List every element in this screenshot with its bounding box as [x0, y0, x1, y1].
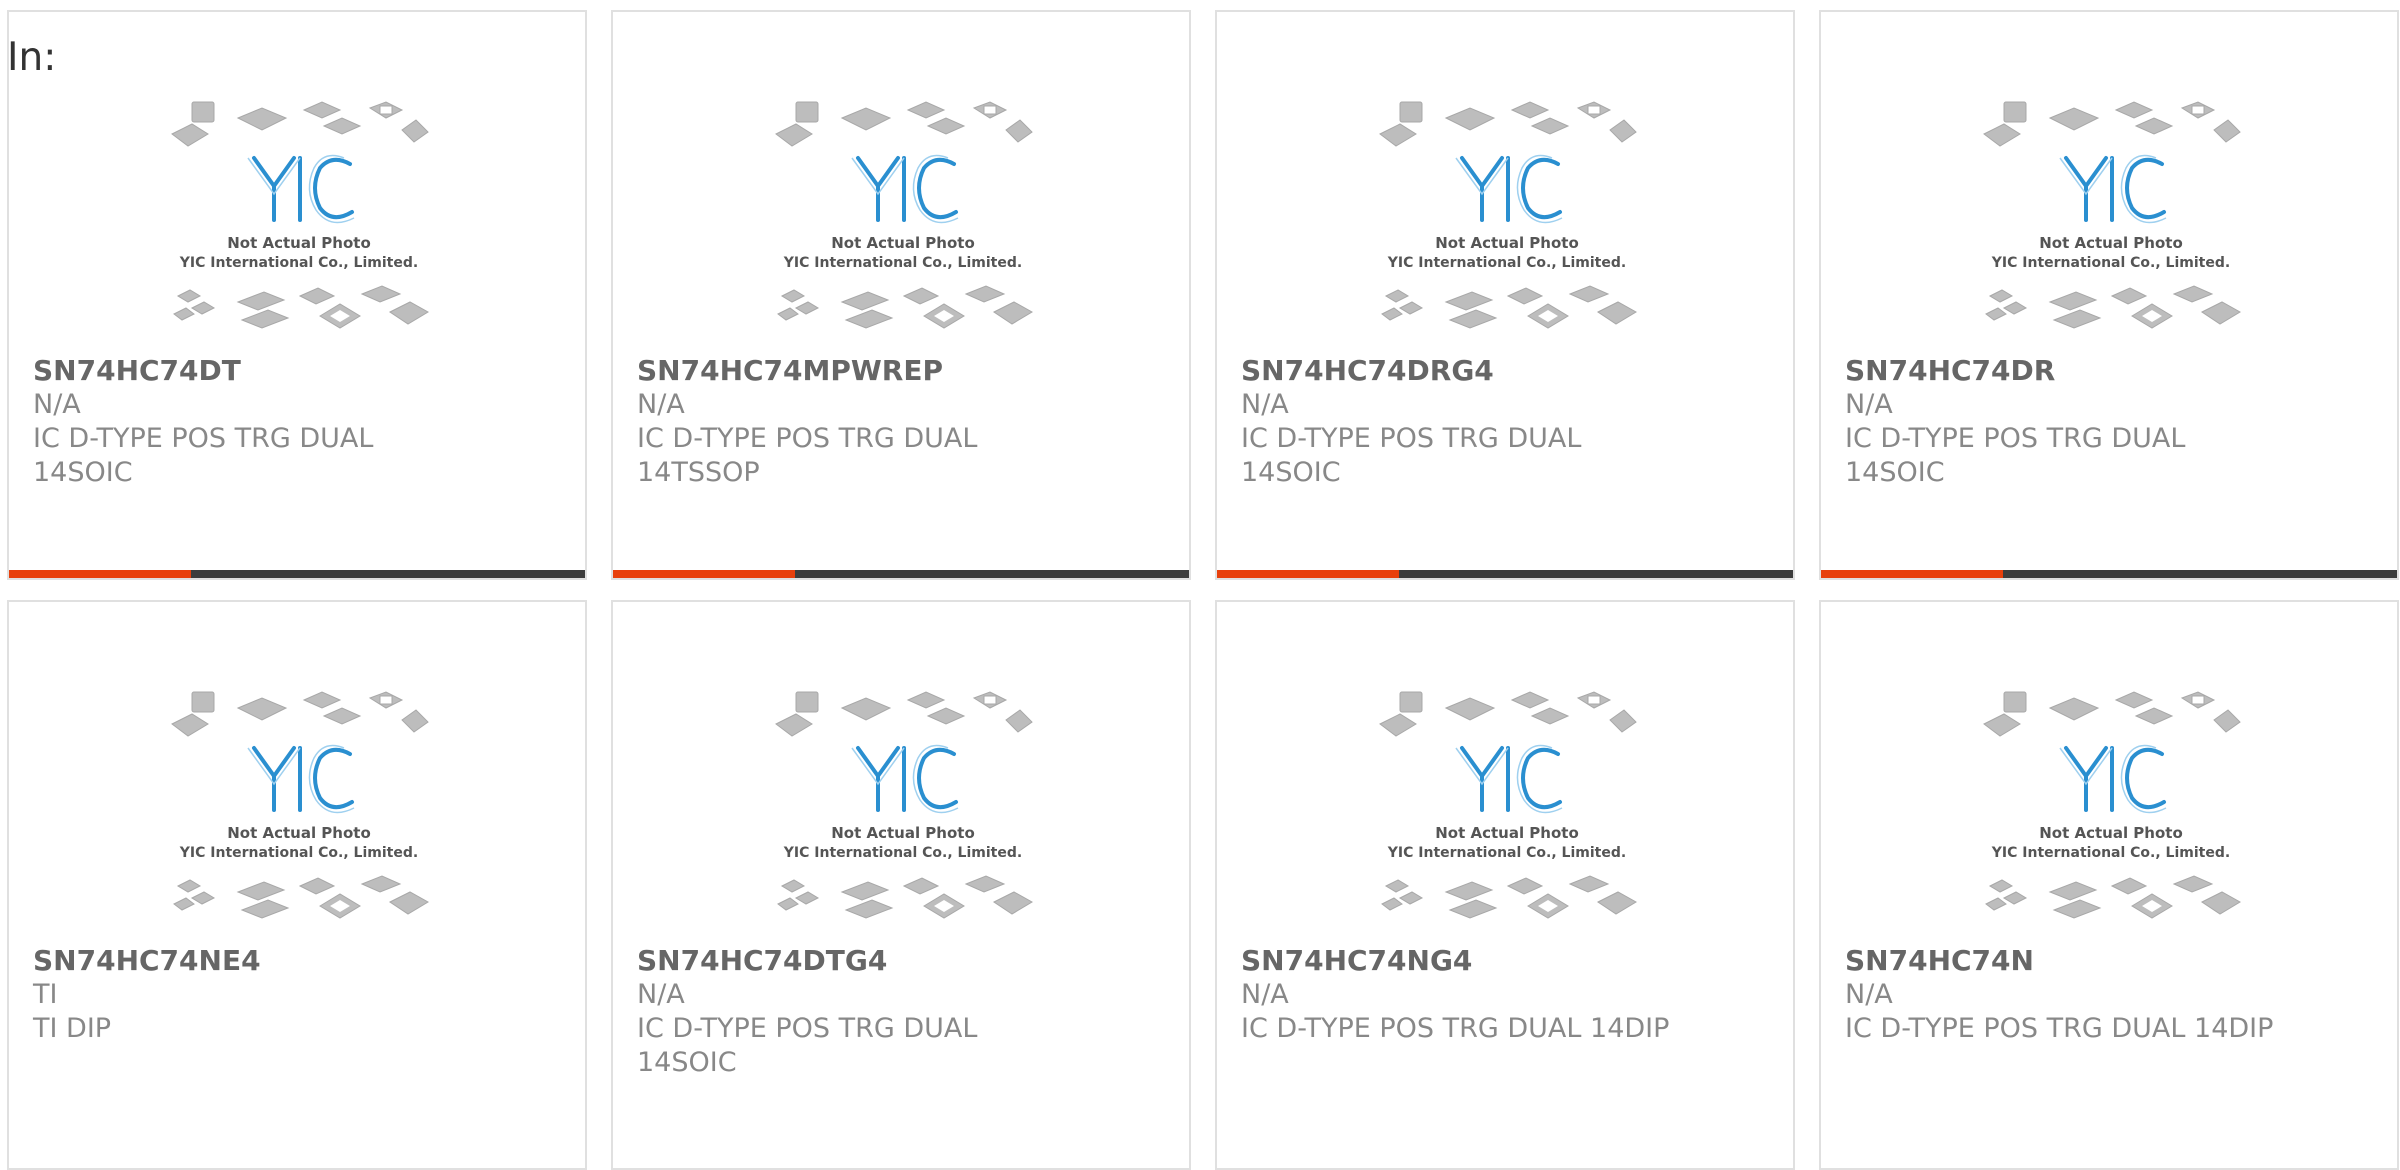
- product-line: IC D-TYPE POS TRG DUAL: [1845, 423, 2186, 454]
- product-line: 14SOIC: [33, 457, 133, 488]
- product-line: N/A: [33, 389, 81, 420]
- product-info: SN74HC74NG4 N/A IC D-TYPE POS TRG DUAL 14…: [1241, 944, 1773, 1046]
- svg-text:YIC International Co., Limited: YIC International Co., Limited.: [179, 845, 418, 861]
- product-description: N/A IC D-TYPE POS TRG DUAL 14DIP: [1241, 978, 1773, 1046]
- card-footer-accent: [613, 570, 795, 578]
- product-line: TI DIP: [33, 1013, 112, 1044]
- product-line: N/A: [1241, 979, 1289, 1010]
- product-line: IC D-TYPE POS TRG DUAL 14DIP: [1241, 1013, 1670, 1044]
- product-line: IC D-TYPE POS TRG DUAL: [1241, 423, 1582, 454]
- product-line: 14SOIC: [1241, 457, 1341, 488]
- part-number[interactable]: SN74HC74N: [1845, 944, 2377, 978]
- svg-text:Not Actual Photo: Not Actual Photo: [227, 824, 371, 842]
- product-line: IC D-TYPE POS TRG DUAL 14DIP: [1845, 1013, 2274, 1044]
- product-info: SN74HC74N N/A IC D-TYPE POS TRG DUAL 14DI…: [1845, 944, 2377, 1046]
- product-info: SN74HC74DT N/A IC D-TYPE POS TRG DUAL 14SO…: [33, 354, 565, 490]
- svg-text:Not Actual Photo: Not Actual Photo: [227, 234, 371, 252]
- product-info: SN74HC74DR N/A IC D-TYPE POS TRG DUAL 14SO…: [1845, 354, 2377, 490]
- svg-text:YIC International Co., Limited: YIC International Co., Limited.: [179, 255, 418, 271]
- product-card-0[interactable]: Not Actual Photo YIC International Co., …: [7, 10, 587, 580]
- svg-text:Not Actual Photo: Not Actual Photo: [1435, 824, 1579, 842]
- product-line: N/A: [1845, 979, 1893, 1010]
- svg-text:Not Actual Photo: Not Actual Photo: [2039, 824, 2183, 842]
- yic-placeholder-icon: Not Actual Photo YIC International Co., …: [775, 691, 1033, 919]
- product-line: N/A: [1845, 389, 1893, 420]
- yic-placeholder-icon: Not Actual Photo YIC International Co., …: [1983, 691, 2241, 919]
- product-card-2[interactable]: Not Actual Photo YIC International Co., …: [1215, 10, 1795, 580]
- product-info: SN74HC74NE4 TI TI DIP: [33, 944, 565, 1046]
- product-line: TI: [33, 979, 58, 1010]
- yic-placeholder-icon: Not Actual Photo YIC International Co., …: [1379, 101, 1637, 329]
- svg-text:YIC International Co., Limited: YIC International Co., Limited.: [783, 255, 1022, 271]
- product-description: N/A IC D-TYPE POS TRG DUAL 14SOIC: [33, 388, 565, 490]
- product-line: IC D-TYPE POS TRG DUAL: [637, 1013, 978, 1044]
- part-number[interactable]: SN74HC74DR: [1845, 354, 2377, 388]
- product-grid: Not Actual Photo YIC International Co., …: [7, 10, 2399, 1170]
- part-number[interactable]: SN74HC74DTG4: [637, 944, 1169, 978]
- card-footer-bar: [9, 570, 585, 578]
- part-number[interactable]: SN74HC74DT: [33, 354, 565, 388]
- product-description: TI TI DIP: [33, 978, 565, 1046]
- card-footer-accent: [1217, 570, 1399, 578]
- yic-placeholder-icon: Not Actual Photo YIC International Co., …: [171, 101, 429, 329]
- product-info: SN74HC74DRG4 N/A IC D-TYPE POS TRG DUAL 14…: [1241, 354, 1773, 490]
- card-footer-bar: [1821, 570, 2397, 578]
- product-line: 14SOIC: [637, 1047, 737, 1078]
- product-card-1[interactable]: Not Actual Photo YIC International Co., …: [611, 10, 1191, 580]
- svg-text:Not Actual Photo: Not Actual Photo: [1435, 234, 1579, 252]
- svg-text:Not Actual Photo: Not Actual Photo: [831, 824, 975, 842]
- card-footer-accent: [1821, 570, 2003, 578]
- product-card-4[interactable]: Not Actual Photo YIC International Co., …: [7, 600, 587, 1170]
- product-line: N/A: [637, 979, 685, 1010]
- svg-text:YIC International Co., Limited: YIC International Co., Limited.: [1991, 255, 2230, 271]
- yic-placeholder-icon: Not Actual Photo YIC International Co., …: [775, 101, 1033, 329]
- product-card-7[interactable]: Not Actual Photo YIC International Co., …: [1819, 600, 2399, 1170]
- yic-placeholder-icon: Not Actual Photo YIC International Co., …: [1983, 101, 2241, 329]
- product-description: N/A IC D-TYPE POS TRG DUAL 14SOIC: [637, 978, 1169, 1080]
- product-card-5[interactable]: Not Actual Photo YIC International Co., …: [611, 600, 1191, 1170]
- product-line: 14TSSOP: [637, 457, 760, 488]
- filter-label: In:: [7, 35, 57, 80]
- product-line: IC D-TYPE POS TRG DUAL: [33, 423, 374, 454]
- part-number[interactable]: SN74HC74DRG4: [1241, 354, 1773, 388]
- part-number[interactable]: SN74HC74MPWREP: [637, 354, 1169, 388]
- svg-text:YIC International Co., Limited: YIC International Co., Limited.: [1387, 845, 1626, 861]
- svg-text:Not Actual Photo: Not Actual Photo: [2039, 234, 2183, 252]
- product-description: N/A IC D-TYPE POS TRG DUAL 14SOIC: [1845, 388, 2377, 490]
- svg-text:YIC International Co., Limited: YIC International Co., Limited.: [1991, 845, 2230, 861]
- yic-placeholder-icon: Not Actual Photo YIC International Co., …: [1379, 691, 1637, 919]
- part-number[interactable]: SN74HC74NE4: [33, 944, 565, 978]
- product-line: 14SOIC: [1845, 457, 1945, 488]
- svg-text:YIC International Co., Limited: YIC International Co., Limited.: [783, 845, 1022, 861]
- svg-text:YIC International Co., Limited: YIC International Co., Limited.: [1387, 255, 1626, 271]
- product-line: IC D-TYPE POS TRG DUAL: [637, 423, 978, 454]
- product-card-6[interactable]: Not Actual Photo YIC International Co., …: [1215, 600, 1795, 1170]
- yic-placeholder-icon: Not Actual Photo YIC International Co., …: [171, 691, 429, 919]
- product-description: N/A IC D-TYPE POS TRG DUAL 14TSSOP: [637, 388, 1169, 490]
- product-line: N/A: [1241, 389, 1289, 420]
- card-footer-accent: [9, 570, 191, 578]
- product-description: N/A IC D-TYPE POS TRG DUAL 14DIP: [1845, 978, 2377, 1046]
- product-card-3[interactable]: Not Actual Photo YIC International Co., …: [1819, 10, 2399, 580]
- product-line: N/A: [637, 389, 685, 420]
- card-footer-bar: [613, 570, 1189, 578]
- product-info: SN74HC74MPWREP N/A IC D-TYPE POS TRG DUAL…: [637, 354, 1169, 490]
- part-number[interactable]: SN74HC74NG4: [1241, 944, 1773, 978]
- product-description: N/A IC D-TYPE POS TRG DUAL 14SOIC: [1241, 388, 1773, 490]
- product-info: SN74HC74DTG4 N/A IC D-TYPE POS TRG DUAL 14…: [637, 944, 1169, 1080]
- svg-text:Not Actual Photo: Not Actual Photo: [831, 234, 975, 252]
- card-footer-bar: [1217, 570, 1793, 578]
